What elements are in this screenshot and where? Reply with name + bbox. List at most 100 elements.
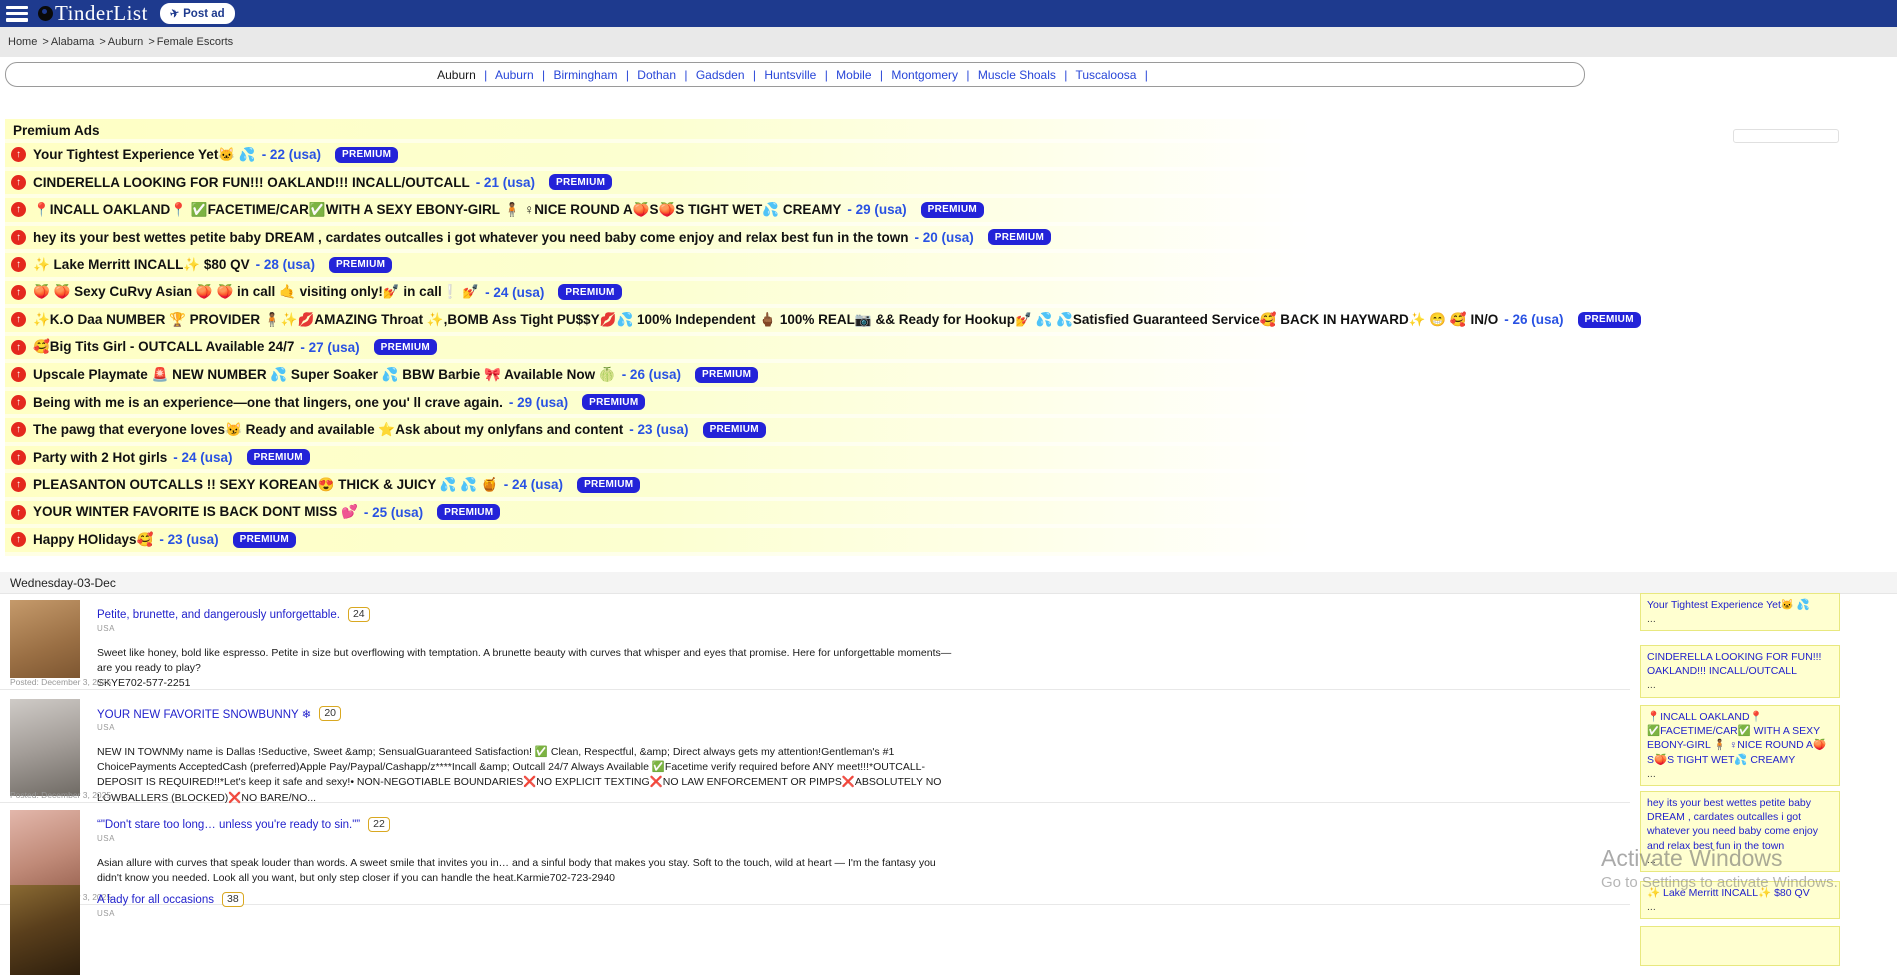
premium-ad-row: ↑ The pawg that everyone loves😼 Ready an… <box>5 418 1597 446</box>
listing-thumbnail[interactable] <box>10 885 80 975</box>
listing-title-link[interactable]: Petite, brunette, and dangerously unforg… <box>97 609 340 621</box>
premium-ad-age: - 21 (usa) <box>476 175 535 190</box>
premium-ad-age: - 26 (usa) <box>1504 312 1563 327</box>
listing-thumbnail[interactable] <box>10 600 80 678</box>
breadcrumb-link[interactable]: Home <box>8 36 37 48</box>
premium-ad-link[interactable]: Happy HOlidays🥰 <box>33 532 153 548</box>
premium-ad-link[interactable]: YOUR WINTER FAVORITE IS BACK DONT MISS 💕 <box>33 504 358 520</box>
city-link[interactable]: Gadsden <box>696 68 745 82</box>
premium-badge: PREMIUM <box>233 532 296 548</box>
premium-ad-link[interactable]: ✨ Lake Merritt INCALL✨ $80 QV <box>33 257 250 273</box>
listing-thumbnail[interactable] <box>10 699 80 796</box>
premium-ad-age: - 24 (usa) <box>173 450 232 465</box>
sidebar-premium-box <box>1640 926 1840 966</box>
city-link[interactable]: Huntsville <box>764 68 816 82</box>
sidebar-premium-link[interactable]: 📍INCALL OAKLAND📍 ✅FACETIME/CAR✅ WITH A S… <box>1647 710 1833 767</box>
brand-logo-icon <box>38 6 53 21</box>
bump-up-icon: ↑ <box>11 505 26 520</box>
bump-up-icon: ↑ <box>11 147 26 162</box>
premium-ad-row: ↑ ✨ Lake Merritt INCALL✨ $80 QV - 28 (us… <box>5 253 1597 281</box>
breadcrumb-link[interactable]: Alabama <box>51 36 94 48</box>
city-item: Huntsville | <box>764 68 836 82</box>
breadcrumb-link[interactable]: Female Escorts <box>157 36 233 48</box>
premium-ad-age: - 27 (usa) <box>300 340 359 355</box>
breadcrumb-item: Alabama > <box>51 36 108 48</box>
sidebar-more-dots: ... <box>1647 853 1833 867</box>
premium-ad-link[interactable]: Upscale Playmate 🚨 NEW NUMBER 💦 Super So… <box>33 367 616 383</box>
city-list: Auburn | Auburn | Birmingham | Dothan | … <box>437 68 1153 82</box>
premium-badge: PREMIUM <box>988 229 1051 245</box>
paper-plane-icon: ✈ <box>168 6 180 21</box>
premium-ad-row: ↑ Party with 2 Hot girls - 24 (usa) PREM… <box>5 446 1597 474</box>
sidebar-more-dots: ... <box>1647 900 1833 914</box>
city-link[interactable]: Birmingham <box>553 68 617 82</box>
top-navbar: TinderList ✈ Post ad <box>0 0 1897 27</box>
premium-ad-link[interactable]: 🍑 🍑 Sexy CuRvy Asian 🍑 🍑 in call 🤙 visit… <box>33 284 479 300</box>
premium-ad-row: ↑ 🍑 🍑 Sexy CuRvy Asian 🍑 🍑 in call 🤙 vis… <box>5 281 1597 309</box>
sidebar-more-dots: ... <box>1647 612 1833 626</box>
premium-ad-link[interactable]: Being with me is an experience—one that … <box>33 395 503 410</box>
city-link[interactable]: Mobile <box>836 68 871 82</box>
premium-ad-age: - 28 (usa) <box>256 257 315 272</box>
premium-ad-link[interactable]: Party with 2 Hot girls <box>33 450 167 465</box>
listing-title-link[interactable]: YOUR NEW FAVORITE SNOWBUNNY ❄ <box>97 707 311 721</box>
listing-country: USA <box>97 909 1630 918</box>
city-nav: Auburn | Auburn | Birmingham | Dothan | … <box>5 62 1585 87</box>
premium-ad-link[interactable]: CINDERELLA LOOKING FOR FUN!!! OAKLAND!!!… <box>33 175 470 190</box>
premium-badge: PREMIUM <box>549 174 612 190</box>
premium-ad-link[interactable]: The pawg that everyone loves😼 Ready and … <box>33 422 623 438</box>
listing-description: Asian allure with curves that speak loud… <box>97 856 957 886</box>
listing-title-link[interactable]: “"Don't stare too long… unless you're re… <box>97 819 360 831</box>
premium-ad-link[interactable]: PLEASANTON OUTCALLS !! SEXY KOREAN😍 THIC… <box>33 477 498 493</box>
city-link[interactable]: Muscle Shoals <box>978 68 1056 82</box>
premium-ad-link[interactable]: ✨K.O Daa NUMBER 🏆 PROVIDER 🧍🏾✨💋AMAZING T… <box>33 312 1498 328</box>
city-item: Montgomery | <box>891 68 978 82</box>
premium-ad-link[interactable]: Your Tightest Experience Yet🐱 💦 <box>33 147 256 163</box>
premium-ads-section: Premium Ads ↑ Your Tightest Experience Y… <box>5 119 1597 556</box>
menu-icon[interactable] <box>6 6 28 22</box>
city-link[interactable]: Montgomery <box>891 68 958 82</box>
listing-country: USA <box>97 723 1630 732</box>
premium-ad-age: - 24 (usa) <box>504 477 563 492</box>
premium-badge: PREMIUM <box>577 477 640 493</box>
premium-ad-age: - 29 (usa) <box>847 202 906 217</box>
listing-age-badge: 20 <box>319 706 341 721</box>
premium-ad-row: ↑ 🥰Big Tits Girl - OUTCALL Available 24/… <box>5 336 1597 364</box>
breadcrumb-item: Home > <box>8 36 51 48</box>
premium-ad-age: - 22 (usa) <box>262 147 321 162</box>
premium-badge: PREMIUM <box>374 339 437 355</box>
city-link[interactable]: Auburn <box>495 68 534 82</box>
premium-ad-row: ↑ Happy HOlidays🥰 - 23 (usa) PREMIUM <box>5 528 1597 556</box>
bump-up-icon: ↑ <box>11 395 26 410</box>
breadcrumb-link[interactable]: Auburn <box>108 36 143 48</box>
city-item: Gadsden | <box>696 68 765 82</box>
listing-row: A lady for all occasions 38 USA <box>0 883 1630 943</box>
sidebar-premium-link[interactable]: ✨ Lake Merritt INCALL✨ $80 QV <box>1647 886 1833 900</box>
sidebar-premium-link[interactable]: Your Tightest Experience Yet🐱 💦 <box>1647 598 1833 612</box>
premium-ad-row: ↑ ✨K.O Daa NUMBER 🏆 PROVIDER 🧍🏾✨💋AMAZING… <box>5 308 1597 336</box>
bump-up-icon: ↑ <box>11 422 26 437</box>
premium-ad-row: ↑ YOUR WINTER FAVORITE IS BACK DONT MISS… <box>5 501 1597 529</box>
post-ad-button[interactable]: ✈ Post ad <box>160 3 235 24</box>
premium-ad-link[interactable]: hey its your best wettes petite baby DRE… <box>33 230 908 245</box>
premium-ad-link[interactable]: 🥰Big Tits Girl - OUTCALL Available 24/7 <box>33 339 294 355</box>
city-separator: | <box>825 68 828 82</box>
premium-badge: PREMIUM <box>695 367 758 383</box>
sidebar-premium-link[interactable]: hey its your best wettes petite baby DRE… <box>1647 796 1833 853</box>
brand-logo[interactable]: TinderList <box>38 1 148 26</box>
premium-ad-link[interactable]: 📍INCALL OAKLAND📍 ✅FACETIME/CAR✅WITH A SE… <box>33 202 841 218</box>
city-separator: | <box>684 68 687 82</box>
breadcrumb-item: Female Escorts > <box>157 36 233 48</box>
listing-title-link[interactable]: A lady for all occasions <box>97 894 214 906</box>
premium-ad-age: - 23 (usa) <box>629 422 688 437</box>
city-link[interactable]: Auburn <box>437 68 476 82</box>
listing-country: USA <box>97 624 1630 633</box>
premium-ads-header: Premium Ads <box>5 119 1597 143</box>
premium-badge: PREMIUM <box>703 422 766 438</box>
sidebar-premium-link[interactable]: CINDERELLA LOOKING FOR FUN!!! OAKLAND!!!… <box>1647 650 1833 678</box>
premium-ad-row: ↑ Being with me is an experience—one tha… <box>5 391 1597 419</box>
premium-ad-row: ↑ PLEASANTON OUTCALLS !! SEXY KOREAN😍 TH… <box>5 473 1597 501</box>
city-link[interactable]: Dothan <box>637 68 676 82</box>
city-link[interactable]: Tuscaloosa <box>1076 68 1137 82</box>
listing-phone: SKYE702-577-2251 <box>97 676 957 691</box>
